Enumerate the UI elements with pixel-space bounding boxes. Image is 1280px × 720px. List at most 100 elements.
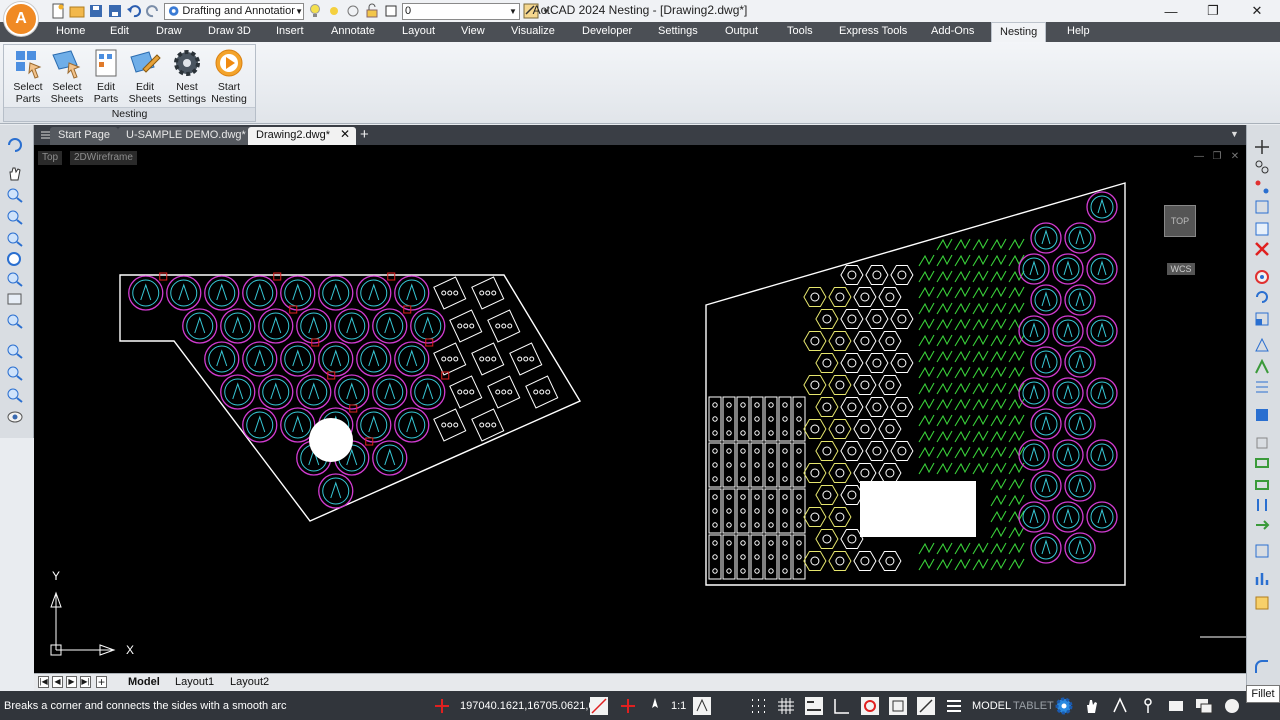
polar-icon[interactable] [832, 696, 852, 716]
align-icon[interactable] [1254, 517, 1270, 533]
mirror-icon[interactable] [1254, 221, 1270, 237]
menu-layout[interactable]: Layout [402, 25, 435, 37]
zoom-center-icon[interactable] [6, 365, 24, 381]
coordinates[interactable]: 197040.1621,16705.0621,0 [460, 700, 595, 712]
layer-properties-icon[interactable] [523, 3, 539, 19]
menu-output[interactable]: Output [725, 25, 758, 37]
zoom-in-icon[interactable] [6, 313, 24, 329]
menu-draw[interactable]: Draw [156, 25, 182, 37]
nest-settings-button[interactable]: Nest Settings [167, 47, 207, 107]
snap-grid-icon[interactable] [748, 696, 768, 716]
lengthen-icon[interactable] [1254, 497, 1270, 513]
next-layout-button[interactable]: ▶ [66, 676, 77, 688]
stretch-icon[interactable] [1254, 337, 1270, 353]
restore-button[interactable]: ❐ [1190, 0, 1236, 22]
dynamic-input-icon[interactable] [916, 696, 936, 716]
first-layout-button[interactable]: |◀ [38, 676, 49, 688]
rotate-icon[interactable] [1254, 269, 1270, 285]
zoom-all-icon[interactable] [6, 291, 24, 307]
ortho-icon[interactable] [618, 696, 638, 716]
add-tab-icon[interactable]: + [360, 126, 369, 143]
layer-select[interactable]: 0 ▼ [402, 2, 520, 20]
undo-icon[interactable] [126, 3, 142, 19]
previous-layout-button[interactable]: ◀ [52, 676, 63, 688]
view-eye-icon[interactable] [6, 409, 24, 425]
matchprop-icon[interactable] [1254, 571, 1270, 587]
menu-insert[interactable]: Insert [276, 25, 304, 37]
zoom-realtime-icon[interactable] [6, 251, 24, 267]
drawing-area[interactable]: Top 2DWireframe — ❐ ✕ Y X TOP WCS [34, 145, 1246, 673]
menu-express-tools[interactable]: Express Tools [839, 25, 907, 37]
pan-hand-icon[interactable] [6, 165, 24, 181]
grid-icon[interactable] [776, 696, 796, 716]
erase-icon[interactable] [1254, 241, 1270, 257]
isolate-icon[interactable] [1166, 696, 1186, 716]
menu-visualize[interactable]: Visualize [511, 25, 555, 37]
layout-tab-model[interactable]: Model [128, 676, 160, 688]
add-layout-button[interactable]: + [96, 676, 107, 688]
extend-icon[interactable] [1254, 379, 1270, 395]
edit-parts-button[interactable]: Edit Parts [86, 47, 126, 107]
regen-icon[interactable] [6, 137, 24, 153]
chevron-down-icon[interactable]: ▼ [1230, 129, 1239, 139]
close-button[interactable]: ✕ [1234, 0, 1280, 22]
quick-properties-icon[interactable] [944, 696, 964, 716]
annotation-visibility-icon[interactable] [692, 696, 712, 716]
customize-arrow-icon[interactable]: ▼ [542, 7, 550, 16]
tab-start-page[interactable]: Start Page [50, 127, 118, 145]
pedit-icon[interactable] [1254, 543, 1270, 559]
layout-tab-layout1[interactable]: Layout1 [175, 676, 214, 688]
menu-draw-3d[interactable]: Draw 3D [208, 25, 251, 37]
zoom-window-icon[interactable] [6, 209, 24, 225]
app-logo[interactable]: A [4, 2, 38, 36]
properties-icon[interactable] [1254, 595, 1270, 611]
zoom-extents-icon[interactable] [6, 271, 24, 287]
etrack-icon[interactable] [888, 696, 908, 716]
save-icon[interactable] [88, 3, 104, 19]
workspace-select[interactable]: Drafting and Annotation ▼ [164, 2, 304, 20]
zoom-out-icon[interactable] [6, 343, 24, 359]
lock-icon[interactable] [364, 3, 380, 19]
snap-icon[interactable] [589, 696, 609, 716]
menu-view[interactable]: View [461, 25, 485, 37]
hand-icon[interactable] [1082, 696, 1102, 716]
new-file-icon[interactable] [50, 3, 66, 19]
menu-developer[interactable]: Developer [582, 25, 632, 37]
array-icon[interactable] [1254, 179, 1270, 195]
save-as-icon[interactable] [107, 3, 123, 19]
select-sheets-button[interactable]: Select Sheets [47, 47, 87, 107]
zoom-icon[interactable] [6, 187, 24, 203]
select-parts-button[interactable]: Select Parts [8, 47, 48, 107]
annotation-scale-icon[interactable] [645, 696, 665, 716]
menu-help[interactable]: Help [1067, 25, 1090, 37]
redo-icon[interactable] [145, 3, 161, 19]
annotation-icon[interactable] [1110, 696, 1130, 716]
esnap-icon[interactable] [860, 696, 880, 716]
hardware-icon[interactable] [1194, 696, 1214, 716]
trim-icon[interactable] [1254, 359, 1270, 375]
scale-label[interactable]: 1:1 [671, 700, 686, 712]
tablet-toggle[interactable]: TABLET [1013, 700, 1054, 712]
menu-edit[interactable]: Edit [110, 25, 129, 37]
layer-color-icon[interactable] [383, 3, 399, 19]
start-nesting-button[interactable]: Start Nesting [209, 47, 249, 107]
menu-tools[interactable]: Tools [787, 25, 813, 37]
minimize-button[interactable]: — [1148, 0, 1194, 22]
layout-tab-layout2[interactable]: Layout2 [230, 676, 269, 688]
clean-screen-icon[interactable] [1222, 696, 1242, 716]
join-icon[interactable] [1254, 435, 1270, 451]
lock-ui-icon[interactable] [1138, 696, 1158, 716]
fillet-icon[interactable] [1254, 659, 1270, 675]
close-icon[interactable]: ✕ [340, 127, 350, 141]
model-toggle[interactable]: MODEL [972, 700, 1011, 712]
lineweight-icon[interactable] [804, 696, 824, 716]
open-folder-icon[interactable] [69, 3, 85, 19]
menu-home[interactable]: Home [56, 25, 85, 37]
zoom-previous-icon[interactable] [6, 231, 24, 247]
copy-icon[interactable] [1254, 159, 1270, 175]
rotate-arc-icon[interactable] [1254, 289, 1270, 305]
menu-add-ons[interactable]: Add-Ons [931, 25, 974, 37]
freeze-icon[interactable] [345, 3, 361, 19]
menu-settings[interactable]: Settings [658, 25, 698, 37]
workspace-gear-icon[interactable] [1054, 696, 1074, 716]
